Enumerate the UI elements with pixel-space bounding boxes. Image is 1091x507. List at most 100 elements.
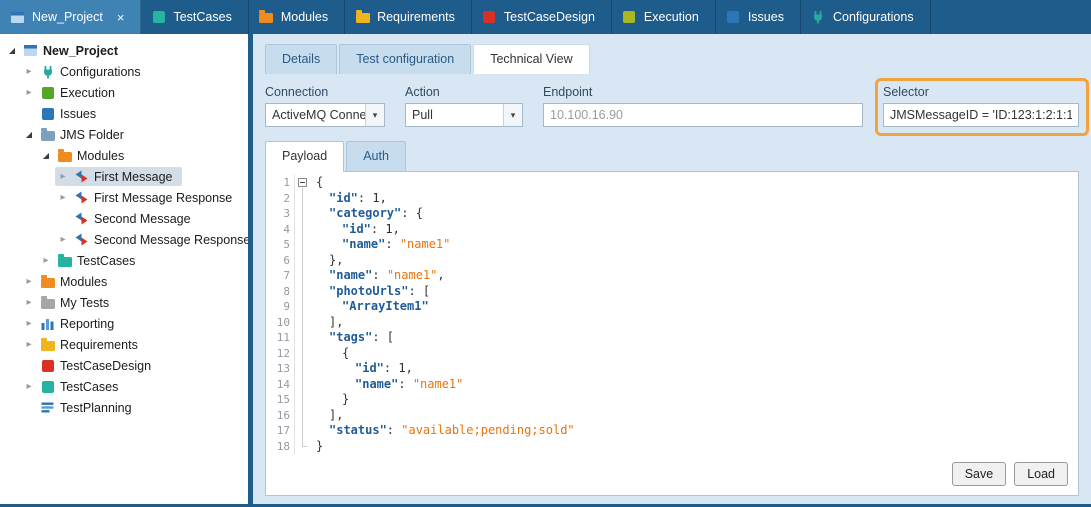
code-text[interactable]: "name": "name1", <box>310 268 445 284</box>
expand-arrow-icon[interactable]: ▸ <box>23 277 35 287</box>
code-line: 11"tags": [ <box>266 330 1078 346</box>
code-text[interactable]: ], <box>310 315 343 331</box>
testcasedesign-icon <box>40 359 55 373</box>
expand-arrow-icon[interactable]: ▸ <box>23 340 35 350</box>
tab-testcasedesign[interactable]: TestCaseDesign <box>472 0 612 34</box>
tree-item-jms-folder[interactable]: ◢ JMS Folder <box>0 124 248 145</box>
tree-item-label: New_Project <box>43 44 118 58</box>
code-text[interactable]: ], <box>310 408 343 424</box>
tree-item-first-message[interactable]: ▸First Message <box>0 166 248 187</box>
line-number: 7 <box>266 268 295 284</box>
tab-technical-view[interactable]: Technical View <box>473 44 589 74</box>
tree-item-label: JMS Folder <box>60 128 124 142</box>
action-field-group: Action Pull ▾ <box>405 85 523 127</box>
close-tab-icon[interactable]: × <box>117 10 125 25</box>
action-select[interactable]: Pull ▾ <box>405 103 523 127</box>
fold-line <box>295 392 310 408</box>
tree-item-second-message[interactable]: Second Message <box>0 208 248 229</box>
execution-icon <box>622 10 637 24</box>
tree-item-label: Modules <box>60 275 107 289</box>
code-text[interactable]: "name": "name1" <box>310 377 463 393</box>
expand-arrow-icon[interactable]: ▸ <box>40 256 52 266</box>
code-line: 7 "name": "name1", <box>266 268 1078 284</box>
load-button[interactable]: Load <box>1014 462 1068 486</box>
fold-line <box>295 330 310 346</box>
endpoint-input[interactable] <box>543 103 863 127</box>
dropdown-arrow-icon: ▾ <box>503 104 522 126</box>
second-message-icon <box>74 212 89 226</box>
tree-item-reporting[interactable]: ▸Reporting <box>0 313 248 334</box>
code-text[interactable]: "category": { <box>310 206 423 222</box>
tree-item-label: My Tests <box>60 296 109 310</box>
expand-arrow-icon[interactable]: ▸ <box>23 88 35 98</box>
code-text[interactable]: "ArrayItem1" <box>310 299 429 315</box>
expand-arrow-icon[interactable]: ▸ <box>23 67 35 77</box>
tree-item-requirements[interactable]: ▸Requirements <box>0 334 248 355</box>
tree-item-testcases[interactable]: ▸TestCases <box>0 250 248 271</box>
code-line: 12{ <box>266 346 1078 362</box>
expand-arrow-icon[interactable]: ▸ <box>23 298 35 308</box>
tab-configurations[interactable]: Configurations <box>801 0 931 34</box>
tree-item-testcases[interactable]: ▸TestCases <box>0 376 248 397</box>
jms-folder-icon <box>40 128 55 142</box>
tree-item-my-tests[interactable]: ▸ My Tests <box>0 292 248 313</box>
code-text[interactable]: { <box>310 346 349 362</box>
code-text[interactable]: }, <box>310 253 343 269</box>
expand-arrow-icon[interactable]: ▸ <box>57 193 69 203</box>
code-text[interactable]: { <box>310 175 323 191</box>
tree-item-execution[interactable]: ▸Execution <box>0 82 248 103</box>
code-text[interactable]: "id": 1, <box>310 222 400 238</box>
tab-issues[interactable]: Issues <box>716 0 801 34</box>
tab-auth[interactable]: Auth <box>346 141 406 171</box>
collapse-arrow-icon[interactable]: ◢ <box>40 152 52 160</box>
expand-arrow-icon[interactable]: ▸ <box>57 235 69 245</box>
tree-item-testplanning[interactable]: TestPlanning <box>0 397 248 418</box>
configurations-icon <box>40 65 55 79</box>
code-text[interactable]: "name": "name1" <box>310 237 450 253</box>
collapse-arrow-icon[interactable]: ◢ <box>6 47 18 55</box>
fold-line <box>295 237 310 253</box>
tab-label: TestCases <box>173 10 231 24</box>
code-text[interactable]: } <box>310 439 323 455</box>
tab-test-configuration[interactable]: Test configuration <box>339 44 471 74</box>
code-text[interactable]: } <box>310 392 349 408</box>
tab-execution[interactable]: Execution <box>612 0 716 34</box>
tab-details[interactable]: Details <box>265 44 337 74</box>
code-text[interactable]: "photoUrls": [ <box>310 284 430 300</box>
code-text[interactable]: "tags": [ <box>310 330 394 346</box>
code-text[interactable]: "id": 1, <box>310 361 413 377</box>
tree-item-first-message-response[interactable]: ▸First Message Response <box>0 187 248 208</box>
tree-item-label: Issues <box>60 107 96 121</box>
code-line: 18} <box>266 439 1078 455</box>
tab-new-project[interactable]: New_Project× <box>0 0 141 34</box>
expand-arrow-icon[interactable]: ▸ <box>23 382 35 392</box>
save-button[interactable]: Save <box>952 462 1007 486</box>
tab-modules[interactable]: Modules <box>249 0 345 34</box>
tree-item-testcasedesign[interactable]: TestCaseDesign <box>0 355 248 376</box>
testcasedesign-icon <box>482 10 497 24</box>
project-tree: ◢ New_Project ▸Configurations▸Execution Iss… <box>0 34 248 504</box>
expand-arrow-icon[interactable]: ▸ <box>57 172 69 182</box>
connection-select[interactable]: ActiveMQ Conne ▾ <box>265 103 385 127</box>
expand-arrow-icon[interactable]: ▸ <box>23 319 35 329</box>
tree-item-issues[interactable]: Issues <box>0 103 248 124</box>
code-text[interactable]: "status": "available;pending;sold" <box>310 423 575 439</box>
line-number: 10 <box>266 315 295 331</box>
code-text[interactable]: "id": 1, <box>310 191 387 207</box>
connection-label: Connection <box>265 85 385 99</box>
tab-requirements[interactable]: Requirements <box>345 0 472 34</box>
tab-testcases[interactable]: TestCases <box>141 0 248 34</box>
code-line: 8"photoUrls": [ <box>266 284 1078 300</box>
tree-item-new-project[interactable]: ◢ New_Project <box>0 40 248 61</box>
selector-input[interactable] <box>883 103 1079 127</box>
line-number: 18 <box>266 439 295 455</box>
collapse-arrow-icon[interactable]: ◢ <box>23 131 35 139</box>
action-value: Pull <box>412 108 433 122</box>
tree-item-second-message-response[interactable]: ▸Second Message Response <box>0 229 248 250</box>
tree-item-configurations[interactable]: ▸Configurations <box>0 61 248 82</box>
tab-payload[interactable]: Payload <box>265 141 344 172</box>
tree-item-modules[interactable]: ▸ Modules <box>0 271 248 292</box>
fold-line <box>295 361 310 377</box>
tree-item-modules[interactable]: ◢Modules <box>0 145 248 166</box>
fold-collapse-icon[interactable] <box>295 175 310 191</box>
